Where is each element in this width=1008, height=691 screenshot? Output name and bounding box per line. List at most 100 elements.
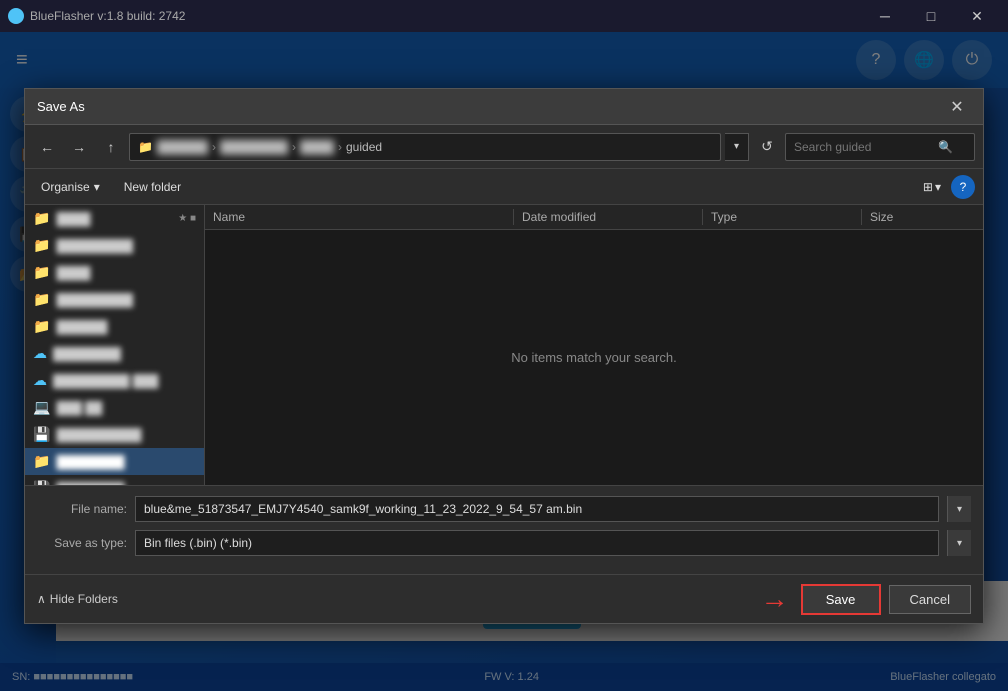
right-panel: Name Date modified Type Size No items ma…	[205, 205, 983, 485]
col-sep-1	[513, 209, 514, 225]
breadcrumb-part-4: guided	[346, 140, 382, 154]
new-folder-button[interactable]: New folder	[116, 176, 189, 198]
folder-item-10[interactable]: 📁 ████████	[25, 448, 204, 475]
organise-button[interactable]: Organise ▾	[33, 176, 108, 198]
dialog-overlay: Save As ✕ ← → ↑ 📁 ██████ › ████████ › ██…	[0, 32, 1008, 691]
empty-area: No items match your search.	[205, 230, 983, 485]
breadcrumb-bar: 📁 ██████ › ████████ › ████ › guided	[129, 133, 721, 161]
organise-arrow-icon: ▾	[94, 180, 100, 194]
toolbar-help-button[interactable]: ?	[951, 175, 975, 199]
folder-name-9: ██████████	[56, 428, 141, 442]
folder-icon-7: ☁	[33, 372, 47, 389]
hide-folders-icon: ∧	[37, 592, 46, 606]
dialog-close-button[interactable]: ✕	[943, 93, 971, 121]
save-as-dialog: Save As ✕ ← → ↑ 📁 ██████ › ████████ › ██…	[24, 88, 984, 624]
toolbar-right: ⊞ ▾ ?	[917, 175, 975, 199]
folder-name-2: █████████	[56, 239, 133, 253]
new-folder-label: New folder	[124, 180, 181, 194]
view-button[interactable]: ⊞ ▾	[917, 176, 947, 198]
breadcrumb-part-3: ████	[300, 140, 334, 154]
col-name-header[interactable]: Name	[213, 210, 513, 224]
folder-item-11[interactable]: 💾 ████████	[25, 475, 204, 485]
action-buttons: → Save Cancel	[761, 583, 971, 615]
folder-name-1: ████	[56, 212, 90, 226]
minimize-button[interactable]: ─	[862, 0, 908, 32]
title-bar-left: BlueFlasher v:1.8 build: 2742	[8, 8, 185, 24]
folder-icon-1: 📁	[33, 210, 50, 227]
savetype-row: Save as type: ▾	[37, 530, 971, 556]
breadcrumb-dropdown-button[interactable]: ▾	[725, 133, 749, 161]
left-panel: 📁 ████ ★ ■ 📁 █████████ 📁 ████ 📁 ████████…	[25, 205, 205, 485]
folder-icon-5: 📁	[33, 318, 50, 335]
view-icon: ⊞	[923, 180, 933, 194]
folder-icon-10: 📁	[33, 453, 50, 470]
refresh-button[interactable]: ↺	[753, 133, 781, 161]
toolbar: Organise ▾ New folder ⊞ ▾ ?	[25, 169, 983, 205]
app-title: BlueFlasher v:1.8 build: 2742	[30, 9, 185, 23]
column-headers: Name Date modified Type Size	[205, 205, 983, 230]
col-size-header[interactable]: Size	[870, 210, 975, 224]
up-button[interactable]: ↑	[97, 133, 125, 161]
view-arrow-icon: ▾	[935, 180, 941, 194]
empty-message: No items match your search.	[511, 350, 676, 365]
folder-name-7: █████████ ███	[53, 374, 158, 388]
breadcrumb-folder-icon: 📁	[138, 140, 153, 154]
folder-name-3: ████	[56, 266, 90, 280]
savetype-dropdown-button[interactable]: ▾	[947, 530, 971, 556]
folder-item-6[interactable]: ☁ ████████	[25, 340, 204, 367]
breadcrumb-sep-3: ›	[338, 140, 342, 154]
folder-icon-2: 📁	[33, 237, 50, 254]
folder-name-6: ████████	[53, 347, 121, 361]
folder-item-9[interactable]: 💾 ██████████	[25, 421, 204, 448]
folder-item-7[interactable]: ☁ █████████ ███	[25, 367, 204, 394]
col-date-header[interactable]: Date modified	[522, 210, 702, 224]
filename-dropdown-button[interactable]: ▾	[947, 496, 971, 522]
folder-item-2[interactable]: 📁 █████████	[25, 232, 204, 259]
savetype-input	[144, 536, 930, 550]
breadcrumb-sep-1: ›	[212, 140, 216, 154]
col-sep-2	[702, 209, 703, 225]
dialog-titlebar: Save As ✕	[25, 89, 983, 125]
col-sep-3	[861, 209, 862, 225]
filename-input[interactable]	[144, 502, 930, 516]
folder-name-10: ████████	[56, 455, 124, 469]
folder-item-4[interactable]: 📁 █████████	[25, 286, 204, 313]
folder-icon-8: 💻	[33, 399, 50, 416]
save-button[interactable]: Save	[801, 584, 881, 615]
dialog-title: Save As	[37, 99, 85, 114]
folder-icon-4: 📁	[33, 291, 50, 308]
folder-icon-9: 💾	[33, 426, 50, 443]
browser-area: 📁 ████ ★ ■ 📁 █████████ 📁 ████ 📁 ████████…	[25, 205, 983, 485]
folder-icon-6: ☁	[33, 345, 47, 362]
savetype-label: Save as type:	[37, 536, 127, 550]
title-bar: BlueFlasher v:1.8 build: 2742 ─ □ ✕	[0, 0, 1008, 32]
title-bar-controls: ─ □ ✕	[862, 0, 1000, 32]
search-input[interactable]	[794, 140, 934, 154]
folder-name-4: █████████	[56, 293, 133, 307]
arrow-indicator: →	[761, 583, 789, 615]
back-button[interactable]: ←	[33, 133, 61, 161]
filename-input-wrapper	[135, 496, 939, 522]
folder-name-8: ███ ██	[56, 401, 102, 415]
folder-item-3[interactable]: 📁 ████	[25, 259, 204, 286]
folder-icon-3: 📁	[33, 264, 50, 281]
organise-label: Organise	[41, 180, 90, 194]
search-box: 🔍	[785, 133, 975, 161]
forward-button[interactable]: →	[65, 133, 93, 161]
breadcrumb-part-1: ██████	[157, 140, 208, 154]
app-icon	[8, 8, 24, 24]
breadcrumb-part-2: ████████	[220, 140, 288, 154]
folder-name-5: ██████	[56, 320, 107, 334]
col-type-header[interactable]: Type	[711, 210, 861, 224]
cancel-button[interactable]: Cancel	[889, 585, 971, 614]
search-icon: 🔍	[938, 140, 953, 154]
folder-name-11: ████████	[56, 482, 124, 486]
filename-row: File name: ▾	[37, 496, 971, 522]
folder-item-8[interactable]: 💻 ███ ██	[25, 394, 204, 421]
close-button[interactable]: ✕	[954, 0, 1000, 32]
hide-folders-button[interactable]: ∧ Hide Folders	[37, 592, 118, 606]
folder-item-5[interactable]: 📁 ██████	[25, 313, 204, 340]
maximize-button[interactable]: □	[908, 0, 954, 32]
hide-folders-label: Hide Folders	[50, 592, 118, 606]
folder-item-1[interactable]: 📁 ████ ★ ■	[25, 205, 204, 232]
